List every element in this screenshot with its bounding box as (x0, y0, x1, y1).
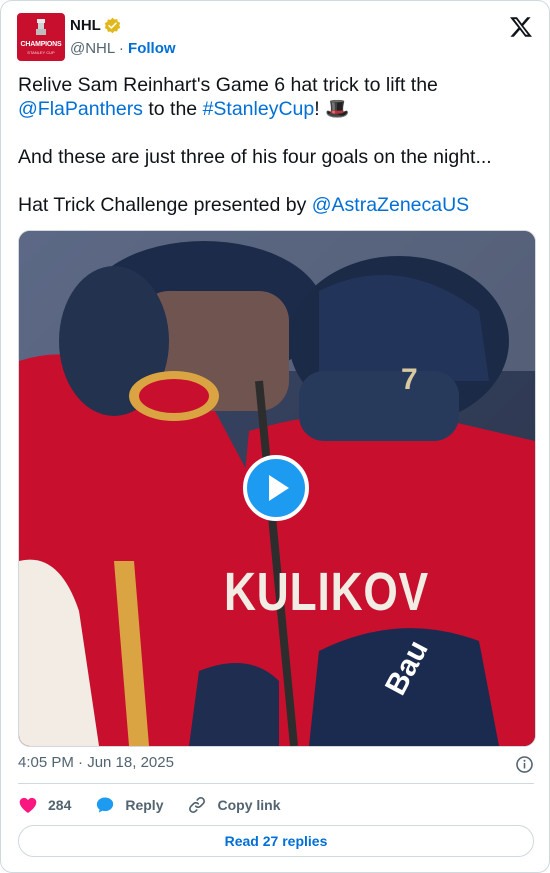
jersey-name: KULIKOV (224, 562, 429, 622)
heart-icon (19, 797, 37, 813)
tweet-text: Relive Sam Reinhart's Game 6 hat trick t… (18, 73, 534, 217)
copy-link-button[interactable]: Copy link (187, 795, 281, 815)
avatar[interactable]: CHAMPIONS STANLEY CUP (17, 13, 65, 61)
tweet-line-1: Relive Sam Reinhart's Game 6 hat trick t… (18, 74, 438, 96)
tweet-paragraph-1: Relive Sam Reinhart's Game 6 hat trick t… (18, 73, 534, 121)
action-bar: 284 Reply Copy link (18, 794, 305, 816)
divider (18, 783, 534, 784)
video-player[interactable]: KULIKOV 7 Bau (18, 230, 536, 747)
author-handle[interactable]: @NHL (70, 40, 115, 57)
x-logo-icon[interactable] (509, 15, 533, 39)
follow-button[interactable]: Follow (128, 40, 176, 57)
author-name[interactable]: NHL (70, 17, 101, 34)
tweet-line-1-mid: to the (142, 98, 203, 120)
timestamp[interactable]: 4:05 PM · Jun 18, 2025 (18, 754, 174, 771)
avatar-subtext: STANLEY CUP (27, 50, 55, 55)
tweet-paragraph-2: And these are just three of his four goa… (18, 146, 492, 168)
tweet-header: CHAMPIONS STANLEY CUP NHL @NHL · Follow (17, 13, 533, 63)
reply-button[interactable]: Reply (95, 795, 163, 815)
jersey-number: 7 (401, 363, 418, 396)
tweet-card: CHAMPIONS STANLEY CUP NHL @NHL · Follow … (0, 0, 550, 873)
mention-astrazeneca[interactable]: @AstraZenecaUS (312, 194, 469, 216)
tweet-paragraph-3: Hat Trick Challenge presented by @AstraZ… (18, 193, 534, 217)
stanley-cup-icon (36, 19, 46, 35)
like-button[interactable]: 284 (18, 795, 71, 815)
link-icon (189, 797, 206, 813)
mention-flapanthers[interactable]: @FlaPanthers (18, 98, 143, 120)
avatar-text: CHAMPIONS (20, 41, 62, 48)
hashtag-stanleycup[interactable]: #StanleyCup (203, 98, 315, 120)
copy-link-label: Copy link (217, 797, 281, 813)
reply-bubble-icon (97, 797, 114, 813)
handle-separator: · (118, 40, 124, 57)
play-button[interactable] (243, 455, 309, 521)
handle-row: @NHL · Follow (70, 40, 176, 57)
tweet-meta: 4:05 PM · Jun 18, 2025 (18, 754, 534, 774)
tweet-line-3: Hat Trick Challenge presented by (18, 194, 312, 216)
play-icon (269, 475, 289, 501)
read-replies-button[interactable]: Read 27 replies (18, 825, 534, 857)
like-count: 284 (48, 797, 72, 813)
reply-label: Reply (125, 797, 164, 813)
name-row: NHL (70, 17, 121, 34)
info-icon[interactable] (515, 755, 534, 774)
tweet-line-1-end: ! 🎩 (314, 98, 350, 120)
verified-gold-badge-icon (104, 17, 121, 34)
